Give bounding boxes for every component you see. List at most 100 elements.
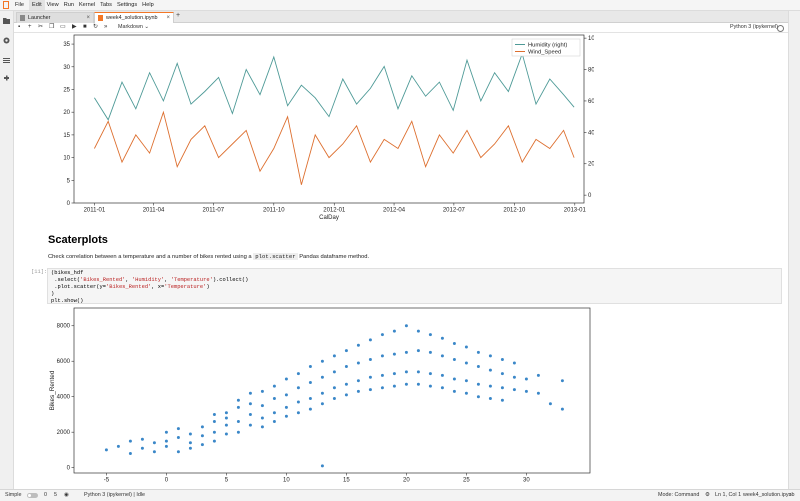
- scatter-point: [224, 432, 228, 436]
- scatter-point: [404, 324, 408, 328]
- scatter-point: [128, 452, 132, 455]
- python-icon: ◉: [64, 492, 69, 498]
- x-tick-label: 10: [283, 478, 290, 484]
- scatter-point: [356, 361, 360, 365]
- scatter-point: [464, 391, 468, 395]
- copy-icon[interactable]: ❐: [49, 23, 54, 32]
- y-tick-label: 0: [67, 466, 71, 472]
- code-editor[interactable]: (bikes_hdf .select('Bikes_Rented', 'Humi…: [51, 270, 248, 305]
- right-sidebar: [788, 11, 800, 489]
- x-tick-label: 2012-01: [323, 208, 346, 214]
- scatter-point: [176, 427, 180, 431]
- menu-edit[interactable]: Edit: [29, 0, 45, 10]
- scatter-point: [272, 397, 276, 400]
- scatter-point: [308, 365, 312, 368]
- tab-launcher[interactable]: Launcher ×: [16, 12, 94, 23]
- x-tick-label: 30: [523, 478, 530, 484]
- cut-icon[interactable]: ✂: [38, 23, 43, 32]
- menu-run[interactable]: Run: [64, 0, 79, 10]
- notebook-panel: 2011-01 2011-04 2011-07 2011-10 2012-01 2012-…: [14, 33, 788, 489]
- restart-icon[interactable]: ↻: [93, 23, 98, 32]
- save-icon[interactable]: ▪: [18, 23, 20, 32]
- kernel-status[interactable]: Python 3 (ipykernel) | Idle: [84, 490, 145, 501]
- scatter-point: [236, 398, 240, 402]
- y-tick-label: 4000: [57, 395, 71, 401]
- scatter-point: [176, 436, 180, 439]
- menu-file[interactable]: File: [15, 0, 29, 10]
- scatter-point: [224, 423, 228, 427]
- scatter-point: [248, 402, 252, 406]
- code-line: ): [51, 291, 55, 297]
- code-line: .plot.scatter(y='Bikes_Rented', x='Tempe…: [51, 284, 210, 290]
- scatter-point: [236, 405, 240, 409]
- menu-settings[interactable]: Settings: [117, 0, 142, 10]
- y-tick-label-left: 0: [67, 201, 71, 207]
- tab-bar: Launcher × week4_solution.ipynb ×: [14, 11, 788, 23]
- scatter-point: [344, 349, 348, 353]
- legend-label: Humidity (right): [528, 43, 567, 49]
- scatter-point: [452, 358, 456, 361]
- run-icon[interactable]: ▶: [72, 23, 77, 32]
- kernel-count: 5: [54, 492, 57, 498]
- add-cell-icon[interactable]: +: [28, 23, 32, 32]
- menu-kernel[interactable]: Kernel: [79, 0, 100, 10]
- scatter-point: [332, 354, 336, 358]
- close-icon[interactable]: ×: [166, 13, 170, 23]
- close-icon[interactable]: ×: [86, 13, 90, 23]
- bell-icon[interactable]: ♪: [789, 490, 792, 501]
- scatter-point: [476, 365, 480, 368]
- scatter-point: [380, 386, 384, 390]
- desc-text-end: Pandas dataframe method.: [297, 254, 370, 260]
- tab-notebook[interactable]: week4_solution.ipynb ×: [94, 12, 174, 23]
- scatter-point: [212, 420, 216, 423]
- scatter-point: [440, 386, 444, 390]
- scatter-point: [212, 439, 216, 443]
- scatter-point: [164, 439, 168, 443]
- scatter-point: [200, 425, 204, 429]
- scatter-point: [536, 391, 540, 395]
- scatter-point: [368, 375, 372, 379]
- code-cell[interactable]: (bikes_hdf .select('Bikes_Rented', 'Humi…: [47, 268, 782, 304]
- extension-icon[interactable]: [3, 75, 10, 82]
- scatter-point: [308, 407, 312, 411]
- y-tick-label-left: 25: [63, 87, 70, 93]
- scatter-point: [416, 329, 420, 333]
- cell-type-value: Markdown: [118, 24, 143, 30]
- scatter-point: [512, 388, 516, 392]
- scatter-point: [176, 450, 180, 454]
- jupyter-logo-icon: [3, 1, 9, 9]
- scatter-point: [248, 423, 252, 427]
- fast-forward-icon[interactable]: »: [104, 23, 107, 32]
- y-tick-label-left: 10: [63, 156, 70, 162]
- scatter-point: [272, 384, 276, 388]
- scatter-point: [476, 395, 480, 399]
- scatter-point: [332, 386, 336, 390]
- menu-view[interactable]: View: [47, 0, 64, 10]
- scatter-point: [140, 437, 144, 441]
- menu-tabs[interactable]: Tabs: [100, 0, 117, 10]
- running-icon[interactable]: [3, 37, 10, 44]
- scatter-point: [332, 397, 336, 400]
- menu-help[interactable]: Help: [142, 0, 159, 10]
- terminal-count: 0: [44, 492, 47, 498]
- paste-icon[interactable]: ▭: [60, 23, 66, 32]
- settings-icon[interactable]: ⚙: [705, 490, 710, 501]
- scatter-point: [188, 441, 192, 445]
- y-tick-label-right: 40: [588, 130, 594, 136]
- x-axis-label: CalDay: [319, 215, 339, 221]
- kernel-name[interactable]: Python 3 (ipykernel): [730, 23, 778, 32]
- scatter-point: [248, 413, 252, 416]
- simple-mode-toggle[interactable]: [27, 493, 38, 498]
- scatter-point: [428, 384, 432, 388]
- scatter-point: [488, 384, 492, 388]
- cell-type-select[interactable]: Markdown ⌄: [118, 23, 149, 32]
- scatter-chart: -5 0 5 10 15 20 25 30 0 2000 4000 6000 8000 Bikes_Ren…: [49, 307, 591, 484]
- scatter-point: [476, 382, 480, 386]
- add-tab-button[interactable]: +: [174, 12, 182, 20]
- folder-icon[interactable]: [3, 17, 10, 24]
- stop-icon[interactable]: ■: [83, 23, 87, 32]
- table-of-contents-icon[interactable]: [3, 57, 10, 64]
- cursor-position[interactable]: Ln 1, Col 1: [715, 490, 741, 501]
- tab-label: Launcher: [28, 15, 51, 21]
- cell-prompt: [11]:: [31, 269, 48, 275]
